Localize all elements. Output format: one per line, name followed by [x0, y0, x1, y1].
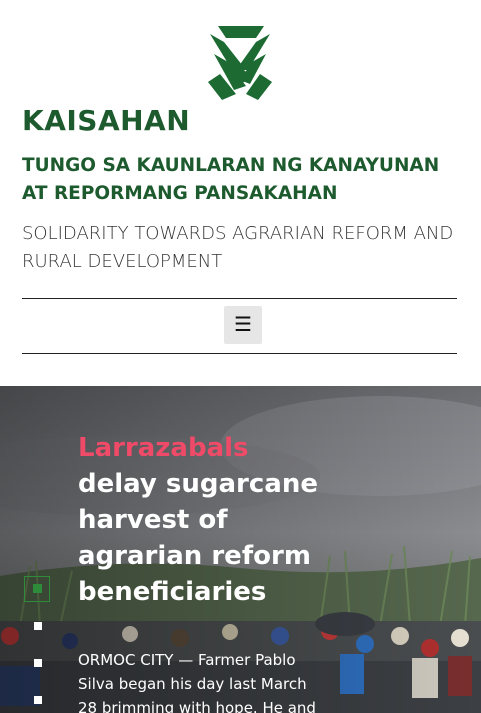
- slide-title-rest[interactable]: delay sugarcane harvest of agrarian refo…: [78, 469, 318, 607]
- hamburger-menu-icon: ☰: [234, 314, 252, 336]
- site-title[interactable]: KAISAHAN: [22, 104, 190, 137]
- nav-divider-bottom: [22, 353, 457, 354]
- site-tagline-english: SOLIDARITY TOWARDS AGRARIAN REFORM AND R…: [22, 223, 454, 272]
- slider-dot-1[interactable]: [33, 584, 42, 593]
- featured-slider[interactable]: Larrazabals delay sugarcane harvest of ag…: [0, 386, 481, 713]
- slide-title[interactable]: Larrazabals delay sugarcane harvest of ag…: [78, 430, 348, 610]
- slider-dot-4[interactable]: [34, 696, 42, 704]
- site-header: KAISAHAN TUNGO SA KAUNLARAN NG KANAYUNAN…: [0, 0, 481, 386]
- kaisahan-logo-icon[interactable]: [206, 24, 274, 102]
- nav-divider-top: [22, 298, 457, 299]
- slider-dot-3[interactable]: [34, 659, 42, 667]
- slider-dot-2[interactable]: [34, 622, 42, 630]
- slide-excerpt: ORMOC CITY — Farmer Pablo Silva began hi…: [78, 651, 316, 713]
- site-tagline-tagalog: TUNGO SA KAUNLARAN NG KANAYUNAN AT REPOR…: [22, 155, 440, 204]
- slide-title-accent[interactable]: Larrazabals: [78, 433, 249, 463]
- menu-toggle-button[interactable]: ☰: [224, 306, 262, 344]
